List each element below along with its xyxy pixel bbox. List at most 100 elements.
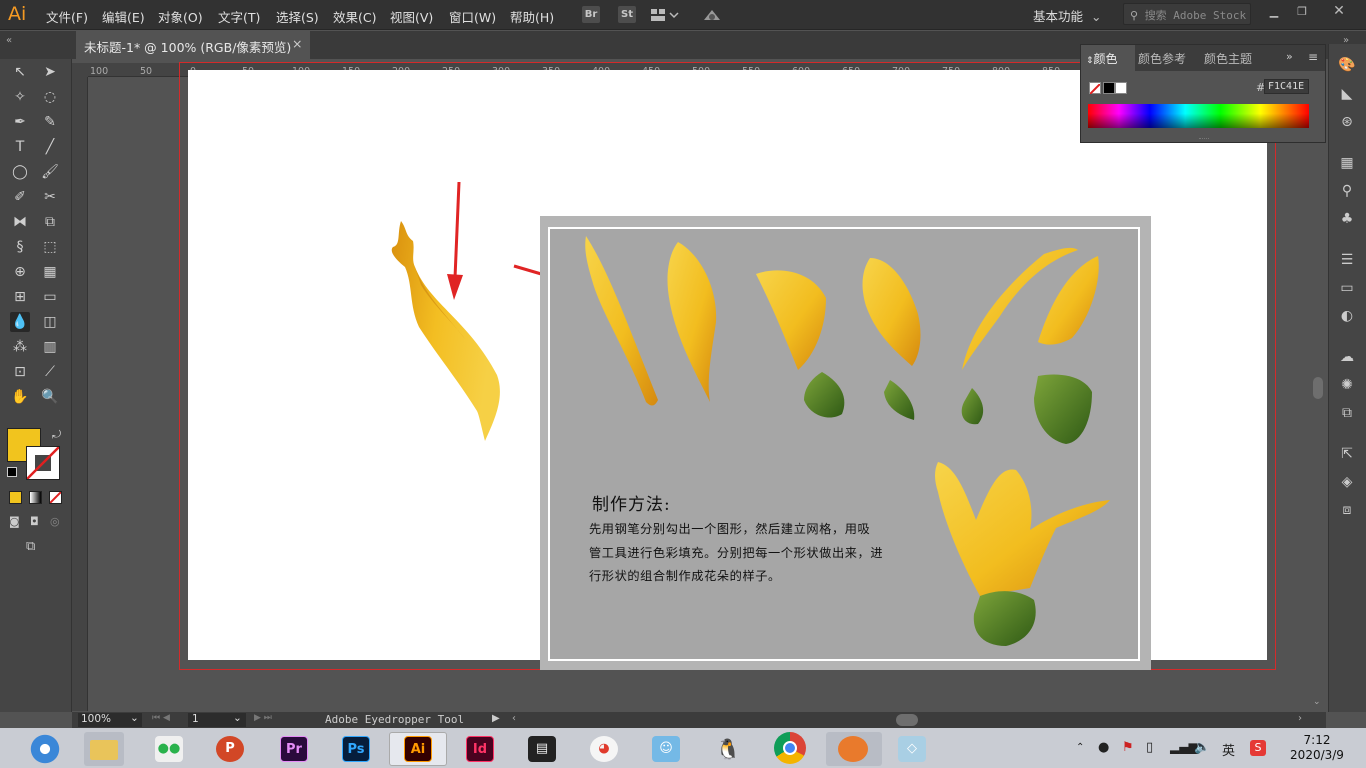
app-paper-icon[interactable]: ◇ [898, 736, 926, 762]
warp-tool-icon[interactable]: § [10, 237, 30, 257]
shaper-tool-icon[interactable]: ✐ [10, 187, 30, 207]
lasso-tool-icon[interactable]: ◌ [40, 87, 60, 107]
collapse-toolbar-icon[interactable]: « [6, 35, 12, 46]
gradient-mode-icon[interactable] [29, 491, 42, 504]
hand-tool-icon[interactable]: ✋ [10, 387, 30, 407]
scroll-left-icon[interactable]: ‹ [512, 713, 516, 724]
photoshop-icon[interactable]: Ps [342, 736, 370, 762]
tray-flag-icon[interactable]: ⚑ [1122, 740, 1134, 755]
system-clock[interactable]: 7:12 2020/3/9 [1285, 733, 1349, 763]
gradient-tool-icon[interactable]: ▭ [40, 287, 60, 307]
color-guide-icon[interactable]: ◣ [1337, 86, 1357, 104]
swap-colors-icon[interactable]: ⤾ [52, 428, 61, 442]
menu-select[interactable]: 选择(S) [276, 7, 319, 26]
blend-tool-icon[interactable]: ◫ [40, 312, 60, 332]
powerpoint-icon[interactable]: P [216, 736, 244, 762]
menu-edit[interactable]: 编辑(E) [102, 7, 145, 26]
menu-window[interactable]: 窗口(W) [449, 7, 496, 26]
artboards-icon[interactable]: ⧈ [1337, 502, 1357, 520]
stock-button[interactable]: St [618, 6, 636, 23]
sogou-ime-icon[interactable]: S [1250, 740, 1266, 756]
white-swatch[interactable] [1115, 82, 1127, 94]
workspace-switcher[interactable]: 基本功能 ⌄ [1033, 6, 1102, 25]
scale-tool-icon[interactable]: ⧉ [40, 212, 60, 232]
last-artboard-icon[interactable]: ▶ ⏭ [254, 713, 272, 723]
color-spectrum[interactable] [1088, 104, 1309, 128]
scissors-tool-icon[interactable]: ✂ [40, 187, 60, 207]
menu-object[interactable]: 对象(O) [158, 7, 203, 26]
qq-icon[interactable]: 🐧 [714, 736, 742, 762]
tab-color-themes[interactable]: 颜色主题 [1204, 50, 1252, 67]
color-panel-icon[interactable]: 🎨 [1337, 57, 1357, 75]
first-artboard-icon[interactable]: ⏮ ◀ [152, 713, 170, 723]
symbol-sprayer-tool-icon[interactable]: ⁂ [10, 337, 30, 357]
ime-language[interactable]: 英 [1222, 740, 1235, 759]
close-window-icon[interactable]: ✕ [1330, 3, 1348, 19]
mesh-tool-icon[interactable]: ⊞ [10, 287, 30, 307]
draw-behind-icon[interactable]: ◘ [30, 515, 39, 528]
restore-icon[interactable]: ❐ [1293, 5, 1311, 21]
brushes-icon[interactable]: ⚲ [1337, 183, 1357, 201]
curvature-tool-icon[interactable]: ✎ [40, 112, 60, 132]
panel-expand-icon[interactable]: » [1286, 50, 1293, 63]
artboard-tool-icon[interactable]: ⊡ [10, 362, 30, 382]
file-explorer-icon[interactable] [84, 732, 124, 766]
swatches-icon[interactable]: ▦ [1337, 155, 1357, 173]
gpu-performance-icon[interactable] [702, 6, 722, 24]
menu-view[interactable]: 视图(V) [390, 7, 433, 26]
illustrator-icon[interactable]: Ai [404, 736, 432, 762]
default-colors-icon[interactable] [7, 467, 17, 477]
tab-color[interactable]: ⇕颜色 [1086, 50, 1118, 67]
screen-mode-icon[interactable]: ⧉ [26, 539, 35, 554]
black-swatch[interactable] [1103, 82, 1115, 94]
indesign-icon[interactable]: Id [466, 736, 494, 762]
export-icon[interactable]: ⇱ [1337, 446, 1357, 464]
slice-tool-icon[interactable]: ⟋ [40, 362, 60, 382]
menu-help[interactable]: 帮助(H) [510, 7, 554, 26]
color-themes-icon[interactable]: ⊛ [1337, 114, 1357, 132]
graphic-styles-icon[interactable]: ⧉ [1337, 405, 1357, 423]
app-red-icon[interactable]: ◕ [590, 736, 618, 762]
transparency-icon[interactable]: ◐ [1337, 308, 1357, 326]
stock-search-input[interactable]: ⚲ 搜索 Adobe Stock [1123, 3, 1251, 25]
scroll-down-icon[interactable]: ⌄ [1313, 697, 1321, 707]
zoom-select[interactable]: 100% ⌄ [78, 712, 142, 727]
tab-color-guide[interactable]: 颜色参考 [1138, 50, 1186, 67]
line-tool-icon[interactable]: ╱ [40, 137, 60, 157]
free-transform-tool-icon[interactable]: ⬚ [40, 237, 60, 257]
selection-tool-icon[interactable]: ↖ [10, 62, 30, 82]
layers-icon[interactable]: ◈ [1337, 474, 1357, 492]
magic-wand-tool-icon[interactable]: ✧ [10, 87, 30, 107]
direct-selection-tool-icon[interactable]: ➤ [40, 62, 60, 82]
document-tab[interactable]: 未标题-1* @ 100% (RGB/像素预览) × [76, 31, 310, 59]
tab-close-icon[interactable]: × [292, 36, 302, 51]
bridge-button[interactable]: Br [582, 6, 600, 23]
draw-normal-icon[interactable]: ◙ [9, 515, 20, 528]
menu-file[interactable]: 文件(F) [46, 7, 88, 26]
reflect-tool-icon[interactable]: ⧓ [10, 212, 30, 232]
minimize-icon[interactable]: ▁ [1265, 5, 1283, 21]
vertical-scrollbar[interactable]: ⌄ [1310, 145, 1326, 711]
color-mode-icon[interactable] [9, 491, 22, 504]
menu-effect[interactable]: 效果(C) [333, 7, 376, 26]
menu-type[interactable]: 文字(T) [218, 7, 260, 26]
artboard-number-select[interactable]: 1 ⌄ [188, 712, 246, 727]
horizontal-scrollbar[interactable]: ‹ › [510, 713, 1308, 727]
panel-menu-icon[interactable]: ≡ [1308, 50, 1318, 64]
draw-inside-icon[interactable]: ◎ [50, 515, 60, 528]
tray-qq-icon[interactable]: ● [1098, 740, 1109, 755]
horizontal-scroll-thumb[interactable] [896, 714, 918, 726]
pen-tool-icon[interactable]: ✒ [10, 112, 30, 132]
panel-resize-grip[interactable] [1199, 138, 1209, 141]
none-mode-icon[interactable] [49, 491, 62, 504]
chrome-icon[interactable] [774, 732, 806, 764]
tray-device-icon[interactable]: ▯ [1146, 740, 1153, 755]
stroke-icon[interactable]: ☰ [1337, 252, 1357, 270]
cc-libraries-icon[interactable]: ☁ [1337, 349, 1357, 367]
wechat-icon[interactable]: ●● [155, 736, 183, 762]
stroke-swatch[interactable] [26, 446, 60, 480]
zoom-tool-icon[interactable]: 🔍 [40, 387, 60, 407]
app-blue-icon[interactable]: ☺ [652, 736, 680, 762]
appearance-icon[interactable]: ✺ [1337, 377, 1357, 395]
scroll-right-icon[interactable]: › [1298, 713, 1302, 724]
